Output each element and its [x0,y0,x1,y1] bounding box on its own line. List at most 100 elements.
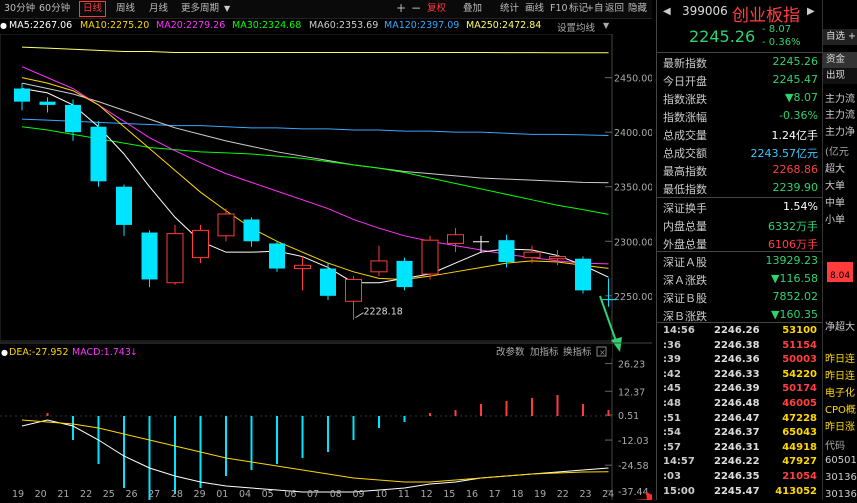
date-label: 07 [307,489,319,500]
side-item-electronic[interactable]: 电子化 [825,384,855,399]
side-item-code-2[interactable]: 301365 [825,472,857,483]
fund-tab[interactable]: 资金 [823,52,857,68]
tick-price: 2246.35 [714,471,760,482]
macd-close-x: × [599,348,606,357]
macd-axis-label: 12.37 [618,387,645,398]
date-label: 25 [103,489,115,500]
stat-label: 深证Ｂ股 [663,292,707,305]
macd-tool-button: 改参数 [496,346,525,358]
zoom-in-button[interactable]: + [393,1,409,15]
tick-price: 2246.39 [714,383,760,395]
date-label: 10 [375,489,387,500]
stats-button[interactable]: 统计 [497,2,522,16]
side-item-yesterday-1[interactable]: 昨日连 [825,350,855,365]
macd-chevron-icon: ↓ [130,348,138,358]
period-monthly[interactable]: 月线 [146,2,171,16]
macd-label: MACD:1.743 [72,347,131,358]
add-watchlist-button[interactable]: 自选 + [823,29,857,45]
tick-time: :36 [663,339,681,351]
kline-chart[interactable]: 2450.00 2400.00 2350.00 2300.00 2250.00 2228.… [0,33,662,503]
period-weekly[interactable]: 周线 [113,2,138,16]
stat-value: 2239.90 [772,181,819,194]
zoom-out-button[interactable]: − [408,1,424,15]
adjust-button[interactable]: 复权 [424,2,449,16]
left-arrow-icon[interactable]: ◀ [663,6,671,17]
candle-body [39,101,56,105]
tick-row: 15:00 2245.47 413052 [657,485,822,500]
price-axis-label: 2300.00 [614,237,652,248]
side-item-main-net: 主力净 [825,127,855,138]
stat-label: 最高指数 [663,165,707,178]
tick-row: 14:56 2246.26 53100 [657,324,822,339]
candle-body [523,251,541,259]
tick-time: :45 [663,383,681,395]
side-item-unit: (亿元 [825,147,849,158]
candle-body [166,233,184,284]
stat-value: 2245.26 [772,55,819,68]
ma5-line [21,88,609,284]
ma-settings-link[interactable]: 设置均线 [557,20,595,34]
stat-value: ▼116.58 [771,272,818,285]
date-label: 22 [557,489,569,500]
chart-area[interactable]: 2450.00 2400.00 2350.00 2300.00 2250.00 2228.… [0,33,662,503]
tick-price: 2246.22 [714,456,760,468]
candle-body [498,240,515,262]
date-label: 19 [12,489,24,500]
side-item-yesterday-2[interactable]: 昨日连 [825,367,855,382]
side-item-yesterday-3[interactable]: 昨日涨 [825,418,855,433]
tick-row: :51 2246.47 47228 [657,412,822,427]
stat-row: 总成交量 1.24亿手 [657,125,822,143]
stat-value: 7852.02 [772,290,819,303]
right-arrow-icon[interactable]: ▶ [807,6,815,17]
tick-time: :42 [663,368,681,380]
candle-body [473,241,489,243]
stat-label: 总成交额 [663,147,707,160]
period-daily[interactable]: 日线 [79,1,107,17]
draw-button[interactable]: 画线 [522,2,547,16]
stat-row: 今日开盘 2245.47 [657,71,822,89]
side-item-code-3[interactable]: 301369 [825,489,857,500]
tick-row: :57 2246.31 44918 [657,441,822,456]
index-name: 创业板指 [732,6,800,26]
tick-time: :03 [663,471,681,482]
tick-volume: 46005 [782,398,817,409]
period-30min[interactable]: 30分钟 [1,2,38,16]
side-item-super-large: 超大 [825,164,845,175]
period-60min[interactable]: 60分钟 [36,2,73,16]
stat-value: 2268.86 [772,163,819,176]
date-label: 05 [262,489,274,500]
macd-axis-label: -37.44 [618,487,649,498]
candle-body [65,104,81,133]
chevron-down-icon[interactable]: ▼ [603,21,609,30]
candle-body [447,234,464,244]
tick-volume: 47927 [782,456,817,468]
date-label: 06 [284,489,296,500]
macd-dot-icon: ● [1,348,8,357]
back-button[interactable]: 返回 [602,2,627,16]
side-item-main-flow-1: 主力流 [825,94,855,105]
overlay-button[interactable]: 叠加 [460,2,485,16]
green-arrow-head [611,337,622,352]
candle-body [192,229,209,259]
quote-header: ◀ 399006 创业板指 ▶ 2245.26 - 8.07 - 0.36% [657,0,817,52]
date-label: 11 [398,489,410,500]
date-label: 12 [421,489,433,500]
candle-body [396,260,413,288]
dropdown-arrow-icon[interactable]: ▼ [224,4,230,13]
ma-legend: ● MA5:2267.06 MA10:2275.20 MA20:2279.26 … [0,19,652,34]
stat-row: 深证换手 1.54% [657,198,822,216]
side-item-code-1[interactable]: 605011 [825,455,857,466]
appear-tab[interactable]: 出现 [823,68,857,84]
tick-time: 14:57 [663,456,695,468]
stat-label: 深证Ａ股 [663,256,707,269]
side-item-cpo[interactable]: CPO概 [825,401,856,416]
date-label: 16 [466,489,478,500]
tick-volume: 65043 [782,427,817,439]
candle-body [90,126,107,182]
side-item-large: 大单 [825,181,845,192]
tick-price: 2245.47 [714,485,760,497]
candle-body [217,213,235,237]
hide-button[interactable]: 隐藏 [625,2,650,16]
period-more[interactable]: 更多周期 [178,2,222,16]
stat-label: 最低指数 [663,183,707,196]
